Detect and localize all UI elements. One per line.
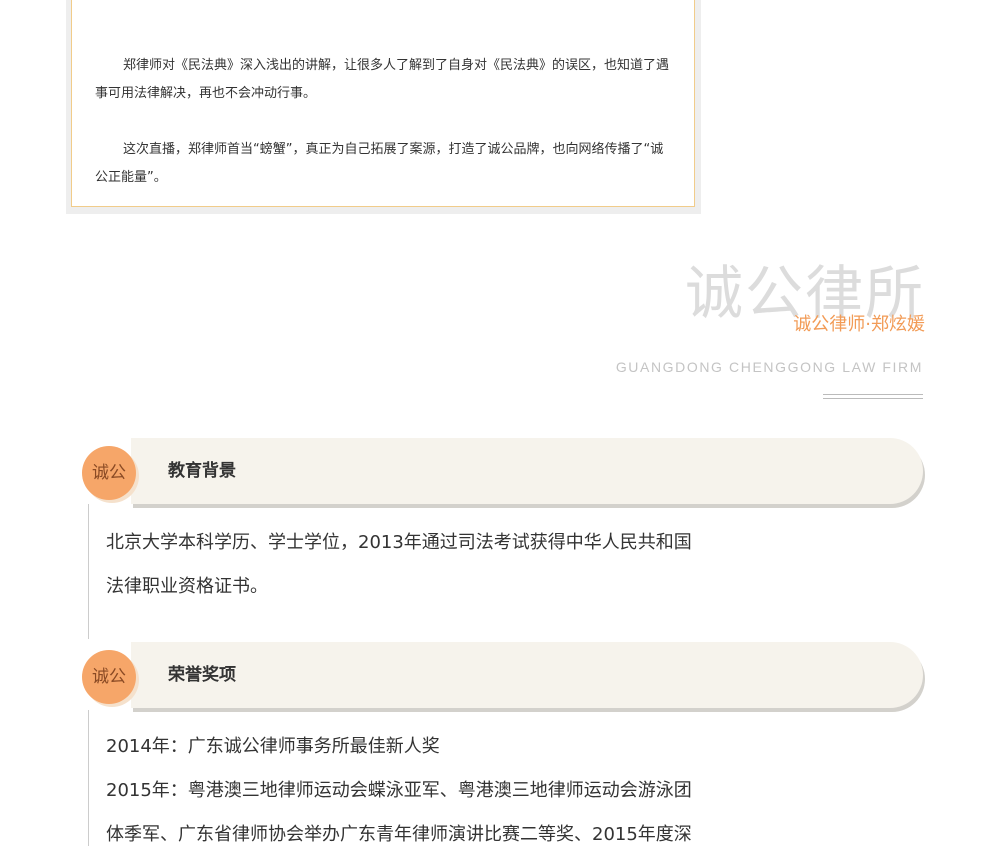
quote-card: 郑律师对《民法典》深入浅出的讲解，让很多人了解到了自身对《民法典》的误区，也知道… (71, 0, 695, 207)
section-timeline-line (88, 710, 89, 846)
firm-english-name: GUANGDONG CHENGGONG LAW FIRM (615, 359, 923, 375)
section-body-education: 北京大学本科学历、学士学位，2013年通过司法考试获得中华人民共和国 法律职业资… (106, 521, 706, 609)
section-body-honors: 2014年：广东诚公律师事务所最佳新人奖 2015年：粤港澳三地律师运动会蝶泳亚… (106, 725, 706, 857)
education-line: 北京大学本科学历、学士学位，2013年通过司法考试获得中华人民共和国 (106, 532, 692, 553)
quote-paragraph-2: 这次直播，郑律师首当“螃蟹”，真正为自己拓展了案源，打造了诚公品牌，也向网络传播… (95, 142, 664, 185)
honors-line: 2014年：广东诚公律师事务所最佳新人奖 (106, 736, 440, 757)
quote-paragraph-1: 郑律师对《民法典》深入浅出的讲解，让很多人了解到了自身对《民法典》的误区，也知道… (95, 58, 670, 101)
honors-line: 2015年：粤港澳三地律师运动会蝶泳亚军、粤港澳三地律师运动会游泳团 (106, 780, 692, 801)
section-badge-education: 诚公 (82, 446, 136, 500)
section-title-honors: 荣誉奖项 (168, 665, 236, 685)
lawyer-name-title: 诚公律师·郑炫媛 (793, 314, 925, 335)
section-header-education: 教育背景 (131, 438, 923, 504)
section-title-education: 教育背景 (168, 461, 236, 481)
honors-line: 体季军、广东省律师协会举办广东青年律师演讲比赛二等奖、2015年度深 (106, 824, 692, 845)
section-badge-honors: 诚公 (82, 650, 136, 704)
section-timeline-line (88, 504, 89, 639)
double-divider (823, 394, 923, 399)
section-header-honors: 荣誉奖项 (131, 642, 923, 708)
education-line: 法律职业资格证书。 (106, 576, 268, 597)
